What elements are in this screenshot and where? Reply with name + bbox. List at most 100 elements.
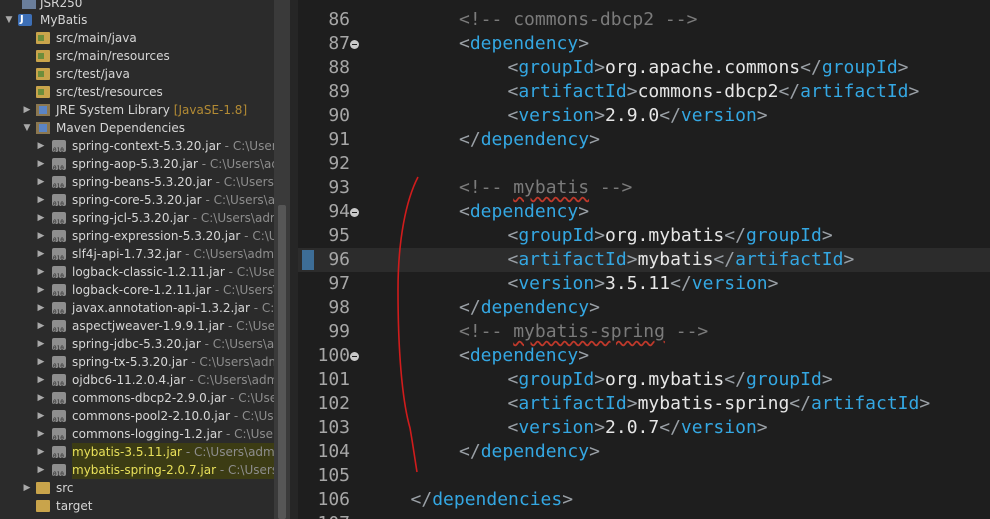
expand-arrow-icon[interactable]: ▶ [36,227,46,245]
code-line[interactable]: 95 <groupId>org.mybatis</groupId> [298,224,990,248]
collapse-arrow-icon[interactable]: ▼ [22,119,32,137]
tree-item-decoration: - C:\Users [224,139,274,153]
fold-toggle-icon[interactable] [350,40,359,49]
tree-item-text: Maven Dependencies [56,121,186,135]
code-line[interactable]: 97 <version>3.5.11</version> [298,272,990,296]
expand-arrow-icon[interactable]: ▶ [36,353,46,371]
tree-item-maven-dependencies[interactable]: ▼ Maven Dependencies [0,119,274,137]
tree-item-source-folder[interactable]: src/main/java [0,29,274,47]
tree-item-source-folder[interactable]: src/main/resources [0,47,274,65]
tree-item-jar[interactable]: ▶ mybatis-spring-2.0.7.jar - C:\Users\a [0,461,274,479]
expand-arrow-icon[interactable]: ▶ [36,425,46,443]
tree-item-decoration: - C:\Users\ad [205,193,274,207]
code-line[interactable]: 107 [298,512,990,519]
tree-item-jar[interactable]: ▶ commons-pool2-2.10.0.jar - C:\Users [0,407,274,425]
tree-item-src[interactable]: ▶ src [0,479,274,497]
tree-item-label: spring-jdbc-5.3.20.jar - C:\Users\ad [72,335,274,353]
tree-item-jar[interactable]: ▶ aspectjweaver-1.9.9.1.jar - C:\Users [0,317,274,335]
code-line[interactable]: 105 [298,464,990,488]
fold-toggle-icon[interactable] [350,208,359,217]
expand-arrow-icon[interactable]: ▶ [36,155,46,173]
expand-arrow-icon[interactable]: ▶ [36,137,46,155]
tree-item-jar[interactable]: ▶ slf4j-api-1.7.32.jar - C:\Users\admin [0,245,274,263]
expand-arrow-icon[interactable]: ▶ [36,371,46,389]
tree-item-label: aspectjweaver-1.9.9.1.jar - C:\Users [72,317,274,335]
tree-item-jar[interactable]: ▶ spring-aop-5.3.20.jar - C:\Users\adr [0,155,274,173]
expand-arrow-icon[interactable]: ▶ [36,443,46,461]
tree-item-jar[interactable]: ▶ spring-expression-5.3.20.jar - C:\Use [0,227,274,245]
pom-xml-editor[interactable]: 86 <!-- commons-dbcp2 --> 87 <dependency> 88… [298,0,990,519]
tree-item-jar[interactable]: ▶ logback-core-1.2.11.jar - C:\Users\a [0,281,274,299]
tree-item-jar[interactable]: ▶ ojdbc6-11.2.0.4.jar - C:\Users\admi [0,371,274,389]
tree-item-decoration: - C:\Users\ad [200,337,274,351]
code-line[interactable]: 90 <version>2.9.0</version> [298,104,990,128]
code-line[interactable]: 106 </dependencies> [298,488,990,512]
tree-item-jar[interactable]: ▶ spring-jcl-5.3.20.jar - C:\Users\adm [0,209,274,227]
tree-item-jar[interactable]: ▶ spring-beans-5.3.20.jar - C:\Users\a [0,173,274,191]
tree-item-jar[interactable]: ▶ spring-jdbc-5.3.20.jar - C:\Users\ad [0,335,274,353]
code-text: <artifactId>mybatis-spring</artifactId> [508,392,931,416]
tree-item-jar[interactable]: ▶ spring-tx-5.3.20.jar - C:\Users\admi [0,353,274,371]
fold-toggle-icon[interactable] [350,352,359,361]
tree-item-jar[interactable]: ▶ logback-classic-1.2.11.jar - C:\Users\ [0,263,274,281]
code-line[interactable]: 100 <dependency> [298,344,990,368]
tree-item-text: target [56,499,93,513]
tree-item-jar[interactable]: ▶ commons-dbcp2-2.9.0.jar - C:\Users [0,389,274,407]
scrollbar-thumb[interactable] [278,205,286,519]
expand-arrow-icon[interactable]: ▶ [22,479,32,497]
tree-item-jar[interactable]: ▶ commons-logging-1.2.jar - C:\Users [0,425,274,443]
expand-arrow-icon[interactable]: ▶ [36,335,46,353]
tree-item-target[interactable]: target [0,497,274,515]
code-line[interactable]: 96 <artifactId>mybatis</artifactId> [298,248,990,272]
bracket: > [756,417,768,438]
code-line[interactable]: 93 <!-- mybatis --> [298,176,990,200]
tree-item-text: MyBatis [40,13,88,27]
code-line[interactable]: 94 <dependency> [298,200,990,224]
expand-arrow-icon[interactable]: ▶ [36,209,46,227]
code-text: <version>3.5.11</version> [508,272,779,296]
code-line[interactable]: 92 [298,152,990,176]
expand-arrow-icon[interactable]: ▶ [36,317,46,335]
expand-arrow-icon[interactable]: ▶ [36,299,46,317]
code-line[interactable]: 91 </dependency> [298,128,990,152]
expand-arrow-icon[interactable]: ▶ [36,245,46,263]
tree-item-jar[interactable]: ▶ spring-core-5.3.20.jar - C:\Users\ad [0,191,274,209]
tree-item-label: src/test/resources [56,83,163,101]
expand-arrow-icon[interactable]: ▶ [36,389,46,407]
code-line[interactable]: 89 <artifactId>commons-dbcp2</artifactId> [298,80,990,104]
code-line[interactable]: 102 <artifactId>mybatis-spring</artifactI… [298,392,990,416]
tree-item-jar[interactable]: ▶ mybatis-3.5.11.jar - C:\Users\admin [0,443,274,461]
code-line[interactable]: 103 <version>2.0.7</version> [298,416,990,440]
tree-item-project[interactable]: ▼ MyBatis [0,11,274,29]
tree-item-jre[interactable]: ▶ JRE System Library [JavaSE-1.8] [0,101,274,119]
expand-arrow-icon[interactable]: ▶ [36,407,46,425]
code-line[interactable]: 101 <groupId>org.mybatis</groupId> [298,368,990,392]
tag-name: version [680,105,757,126]
expand-arrow-icon[interactable]: ▶ [36,263,46,281]
expand-arrow-icon[interactable]: ▶ [36,281,46,299]
bracket: < [507,417,519,438]
tree-item-text: spring-context-5.3.20.jar [72,139,221,153]
code-line[interactable]: 98 </dependency> [298,296,990,320]
tree-item-source-folder[interactable]: src/test/java [0,65,274,83]
tag-name: artifactId [800,81,909,102]
tree-item-jar[interactable]: ▶ spring-context-5.3.20.jar - C:\Users [0,137,274,155]
line-number: 100 [317,345,350,366]
explorer-scrollbar[interactable] [274,0,290,519]
code-line[interactable]: 88 <groupId>org.apache.commons</groupId> [298,56,990,80]
element-value: 3.5.11 [605,273,671,294]
tree-item-source-folder[interactable]: src/test/resources [0,83,274,101]
code-line[interactable]: 104 </dependency> [298,440,990,464]
collapse-arrow-icon[interactable]: ▼ [4,11,14,29]
element-value: mybatis-spring [637,393,790,414]
line-number: 101 [317,369,350,390]
code-line[interactable]: 86 <!-- commons-dbcp2 --> [298,8,990,32]
expand-arrow-icon[interactable]: ▶ [36,191,46,209]
expand-arrow-icon[interactable]: ▶ [36,461,46,479]
tree-item-jar[interactable]: ▶ javax.annotation-api-1.3.2.jar - C:\Us [0,299,274,317]
code-line[interactable]: 99 <!-- mybatis-spring --> [298,320,990,344]
expand-arrow-icon[interactable]: ▶ [22,101,32,119]
line-number: 106 [317,489,350,510]
expand-arrow-icon[interactable]: ▶ [36,173,46,191]
code-line[interactable]: 87 <dependency> [298,32,990,56]
